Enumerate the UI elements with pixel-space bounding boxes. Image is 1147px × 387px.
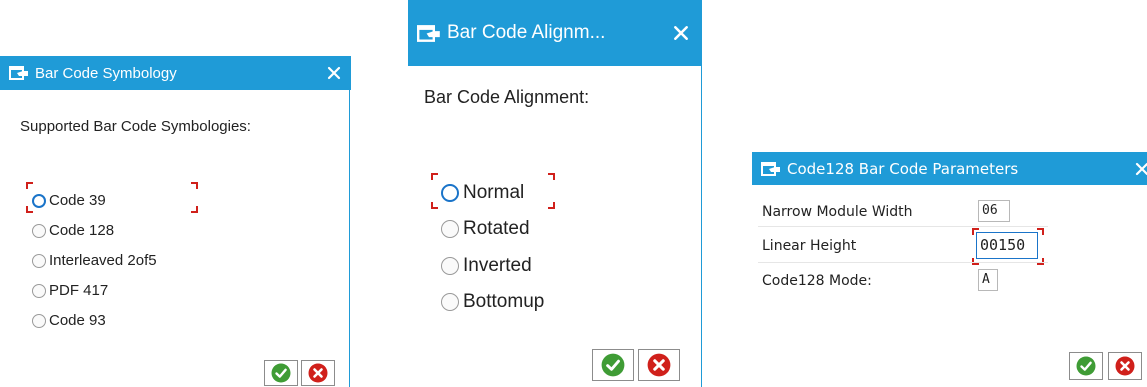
symbology-prompt: Supported Bar Code Symbologies:	[20, 118, 251, 135]
radio-label: PDF 417	[49, 282, 109, 299]
focus-corner	[431, 173, 438, 180]
field-label-linear-height: Linear Height	[762, 238, 857, 254]
radio-button[interactable]	[32, 313, 46, 328]
focus-corner	[548, 173, 555, 180]
cancel-icon	[308, 363, 328, 383]
focus-corner	[191, 182, 198, 189]
field-label-narrow-module-width: Narrow Module Width	[762, 204, 913, 220]
code128-mode-field[interactable]: A	[978, 269, 998, 291]
radio-option-code-93[interactable]: Code 93	[32, 312, 106, 329]
alignment-dialog: Bar Code Alignm... Bar Code Alignment: N…	[408, 0, 702, 387]
alignment-prompt: Bar Code Alignment:	[424, 87, 590, 107]
radio-label: Interleaved 2of5	[49, 252, 157, 269]
radio-button[interactable]	[441, 220, 459, 238]
focus-corner	[548, 202, 555, 209]
radio-button[interactable]	[441, 293, 459, 311]
radio-option-pdf-417[interactable]: PDF 417	[32, 282, 108, 299]
radio-button[interactable]	[32, 283, 46, 298]
radio-button[interactable]	[32, 223, 46, 238]
symbology-titlebar[interactable]: Bar Code Symbology	[0, 56, 351, 90]
dialog-border	[349, 90, 350, 387]
radio-label: Code 128	[49, 222, 115, 239]
dialog-window-icon	[9, 66, 29, 80]
radio-option-code-128[interactable]: Code 128	[32, 222, 114, 239]
radio-label: Rotated	[463, 218, 530, 239]
checkmark-icon	[271, 363, 291, 383]
ok-button[interactable]	[592, 349, 634, 381]
narrow-module-width-field[interactable]: 06	[978, 200, 1010, 222]
checkmark-icon	[1076, 356, 1096, 376]
cancel-button[interactable]	[1108, 352, 1142, 380]
radio-label: Bottomup	[463, 291, 545, 312]
radio-option-interleaved-2of5[interactable]: Interleaved 2of5	[32, 252, 157, 269]
focus-corner	[1037, 228, 1044, 235]
dialog-window-icon	[761, 161, 781, 176]
focus-corner	[431, 202, 438, 209]
focus-corner	[191, 206, 198, 213]
radio-option-rotated[interactable]: Rotated	[441, 218, 530, 240]
row-divider	[758, 226, 1048, 227]
cancel-icon	[647, 353, 671, 377]
alignment-titlebar[interactable]: Bar Code Alignm...	[408, 0, 702, 66]
radio-option-normal[interactable]: Normal	[441, 182, 524, 204]
code128-titlebar[interactable]: Code128 Bar Code Parameters	[752, 152, 1147, 185]
cancel-icon	[1115, 356, 1135, 376]
radio-button[interactable]	[32, 193, 46, 208]
dialog-title: Code128 Bar Code Parameters	[787, 159, 1019, 178]
dialog-title: Bar Code Symbology	[35, 64, 177, 82]
radio-option-bottomup[interactable]: Bottomup	[441, 291, 544, 313]
dialog-window-icon	[417, 24, 441, 42]
radio-button[interactable]	[441, 257, 459, 275]
linear-height-field[interactable]: 00150	[976, 232, 1038, 259]
symbology-dialog: Bar Code Symbology Supported Bar Code Sy…	[0, 56, 351, 387]
field-label-code128-mode: Code128 Mode:	[762, 273, 872, 289]
ok-button[interactable]	[1069, 352, 1103, 380]
ok-button[interactable]	[264, 360, 298, 386]
radio-label: Code 39	[49, 192, 106, 209]
dialog-title: Bar Code Alignm...	[447, 22, 606, 43]
radio-option-inverted[interactable]: Inverted	[441, 255, 532, 277]
dialog-border	[701, 66, 702, 387]
cancel-button[interactable]	[638, 349, 680, 381]
focus-corner	[26, 182, 33, 189]
row-divider	[758, 262, 1048, 263]
close-icon[interactable]	[673, 25, 689, 41]
radio-label: Inverted	[463, 255, 532, 276]
radio-button[interactable]	[32, 253, 46, 268]
close-icon[interactable]	[327, 66, 341, 80]
radio-button[interactable]	[441, 184, 459, 202]
checkmark-icon	[601, 353, 625, 377]
code128-dialog: Code128 Bar Code Parameters Narrow Modul…	[752, 152, 1147, 387]
radio-label: Code 93	[49, 312, 106, 329]
cancel-button[interactable]	[301, 360, 335, 386]
radio-label: Normal	[463, 182, 525, 203]
close-icon[interactable]	[1135, 162, 1147, 176]
radio-option-code-39[interactable]: Code 39	[32, 192, 106, 209]
